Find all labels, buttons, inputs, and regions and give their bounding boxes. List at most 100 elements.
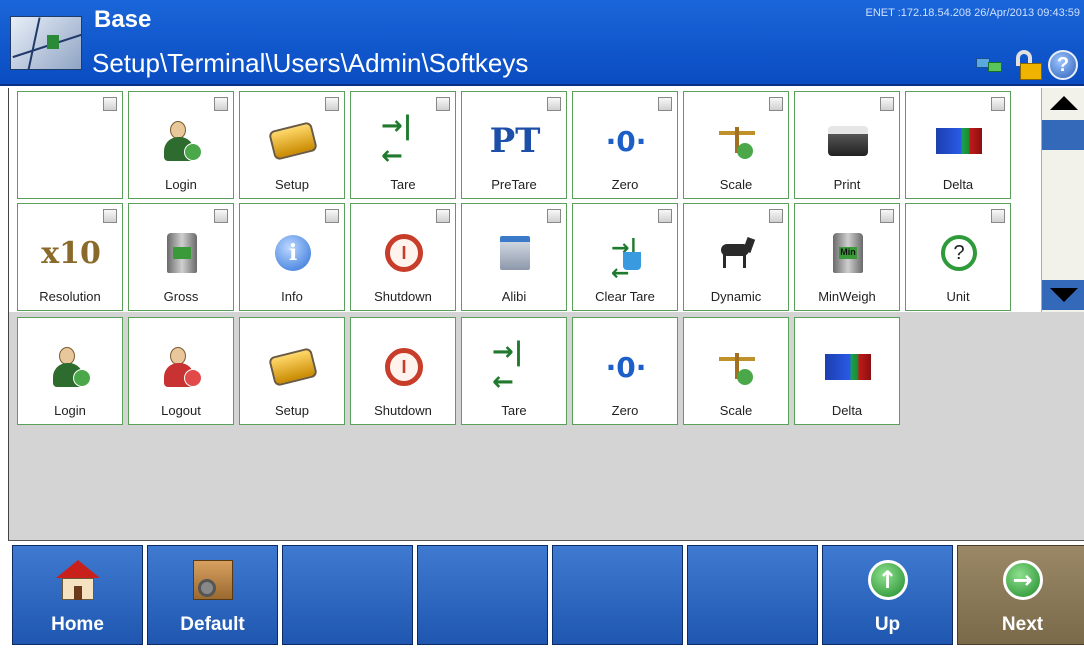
help-icon[interactable]: ?: [1048, 50, 1078, 80]
assigned-softkeys-area: Login Setup →|← Tare PT PreTare ·0· Zero: [9, 88, 1084, 312]
setup-icon: [268, 347, 318, 387]
softkey-label: Shutdown: [374, 403, 432, 418]
softkey-label: MinWeigh: [818, 289, 876, 304]
select-checkbox[interactable]: [325, 209, 339, 223]
shutdown-icon: I: [385, 234, 423, 272]
zero-icon: ·0·: [605, 124, 647, 158]
softkey-login[interactable]: Login: [128, 91, 234, 199]
softkey-label: Shutdown: [374, 289, 432, 304]
select-checkbox[interactable]: [658, 97, 672, 111]
resolution-icon: x10: [41, 235, 101, 271]
available-key-shutdown[interactable]: I Shutdown: [350, 317, 456, 425]
softkey-print[interactable]: Print: [794, 91, 900, 199]
select-checkbox[interactable]: [103, 209, 117, 223]
softkey-label: Scale: [719, 177, 753, 192]
tare-icon: →|←: [381, 111, 413, 171]
softkey-pretare[interactable]: PT PreTare: [461, 91, 567, 199]
delta-icon: [936, 128, 982, 154]
select-checkbox[interactable]: [991, 97, 1005, 111]
available-key-setup[interactable]: Setup: [239, 317, 345, 425]
available-key-zero[interactable]: ·0· Zero: [572, 317, 678, 425]
softkey-label: Info: [281, 289, 303, 304]
terminal-logo-icon: [10, 16, 82, 70]
available-key-login[interactable]: Login: [17, 317, 123, 425]
softkey-label: Unit: [946, 289, 970, 304]
select-checkbox[interactable]: [436, 209, 450, 223]
softkey-delta[interactable]: Delta: [905, 91, 1011, 199]
softkey-label: Default: [180, 614, 245, 635]
softkey-blank-3[interactable]: [282, 545, 413, 645]
softkey-minweigh[interactable]: Min MinWeigh: [794, 203, 900, 311]
status-text: ENET :172.18.54.208 26/Apr/2013 09:43:59: [865, 7, 1080, 19]
select-checkbox[interactable]: [214, 209, 228, 223]
softkey-resolution[interactable]: x10 Resolution: [17, 203, 123, 311]
select-checkbox[interactable]: [103, 97, 117, 111]
softkey-label: Home: [51, 614, 104, 635]
scale-icon: [717, 349, 757, 385]
logout-icon: [160, 345, 204, 389]
select-checkbox[interactable]: [991, 209, 1005, 223]
softkey-clear-tare[interactable]: →|← Clear Tare: [572, 203, 678, 311]
available-key-logout[interactable]: Logout: [128, 317, 234, 425]
softkey-unit[interactable]: ? Unit: [905, 203, 1011, 311]
softkey-label: Dynamic: [710, 289, 762, 304]
home-button[interactable]: Home: [12, 545, 143, 645]
softkey-label: Tare: [390, 177, 416, 192]
softkey-label: Logout: [161, 403, 201, 418]
softkey-slot-empty[interactable]: [17, 91, 123, 199]
unit-icon: ?: [941, 235, 977, 271]
softkey-label: Up: [874, 614, 901, 635]
softkey-alibi[interactable]: Alibi: [461, 203, 567, 311]
softkey-label: Zero: [611, 403, 639, 418]
scale-icon: [717, 123, 757, 159]
gross-icon: [167, 233, 197, 273]
softkey-blank-4[interactable]: [417, 545, 548, 645]
softkey-gross[interactable]: Gross: [128, 203, 234, 311]
softkey-zero[interactable]: ·0· Zero: [572, 91, 678, 199]
network-icon: [976, 54, 1006, 76]
page-title: Base: [94, 6, 152, 33]
select-checkbox[interactable]: [769, 97, 783, 111]
scroll-up-button[interactable]: [1042, 88, 1084, 118]
softkey-setup[interactable]: Setup: [239, 91, 345, 199]
scroll-down-button[interactable]: [1042, 280, 1084, 310]
available-key-tare[interactable]: →|← Tare: [461, 317, 567, 425]
select-checkbox[interactable]: [658, 209, 672, 223]
default-button[interactable]: Default: [147, 545, 278, 645]
dynamic-icon: [715, 237, 759, 268]
select-checkbox[interactable]: [214, 97, 228, 111]
title-bar: Base Setup\Terminal\Users\Admin\Softkeys…: [0, 0, 1084, 86]
softkey-blank-5[interactable]: [552, 545, 683, 645]
softkey-label: Resolution: [39, 289, 101, 304]
scrollbar[interactable]: [1041, 88, 1084, 312]
softkey-label: Setup: [275, 403, 309, 418]
tare-icon: →|←: [492, 337, 524, 397]
select-checkbox[interactable]: [880, 209, 894, 223]
available-key-scale[interactable]: Scale: [683, 317, 789, 425]
softkey-shutdown[interactable]: I Shutdown: [350, 203, 456, 311]
default-icon: [192, 560, 233, 600]
unlock-icon[interactable]: [1012, 50, 1042, 80]
next-arrow-icon: →: [1002, 560, 1043, 600]
softkey-label: PreTare: [491, 177, 537, 192]
select-checkbox[interactable]: [880, 97, 894, 111]
scroll-thumb[interactable]: [1042, 120, 1084, 150]
select-checkbox[interactable]: [325, 97, 339, 111]
softkey-label: Gross: [163, 289, 199, 304]
triangle-up-icon: [1050, 96, 1078, 110]
select-checkbox[interactable]: [769, 209, 783, 223]
select-checkbox[interactable]: [436, 97, 450, 111]
softkey-dynamic[interactable]: Dynamic: [683, 203, 789, 311]
softkey-scale[interactable]: Scale: [683, 91, 789, 199]
softkey-tare[interactable]: →|← Tare: [350, 91, 456, 199]
softkey-info[interactable]: i Info: [239, 203, 345, 311]
setup-icon: [268, 121, 318, 161]
up-button[interactable]: ↑ Up: [822, 545, 953, 645]
available-key-delta[interactable]: Delta: [794, 317, 900, 425]
select-checkbox[interactable]: [547, 97, 561, 111]
select-checkbox[interactable]: [547, 209, 561, 223]
softkey-label: Next: [1001, 614, 1044, 635]
softkey-blank-6[interactable]: [687, 545, 818, 645]
next-button[interactable]: → Next: [957, 545, 1084, 645]
alibi-icon: [500, 236, 530, 270]
